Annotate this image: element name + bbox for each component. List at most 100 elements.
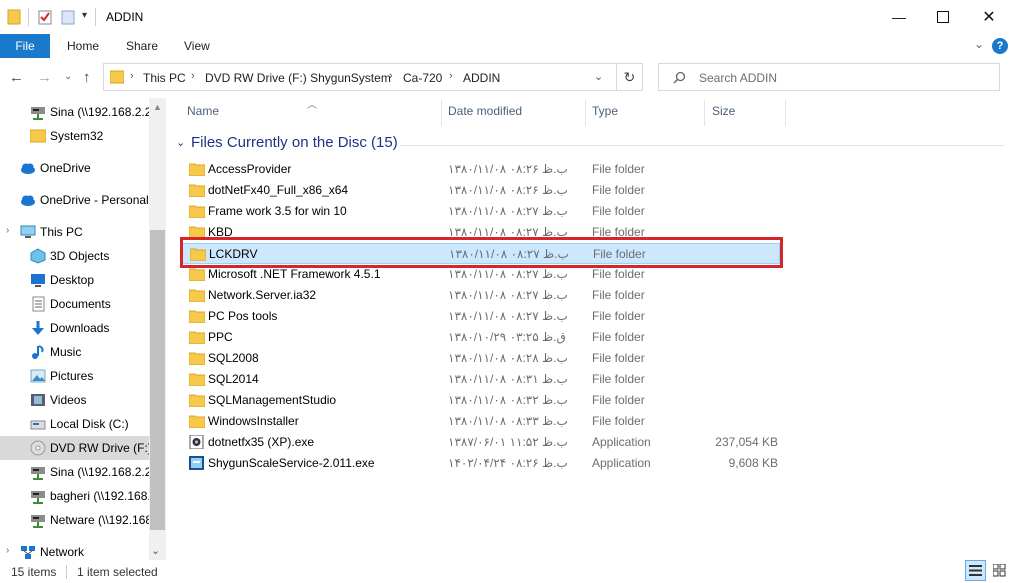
selection-count: 1 item selected bbox=[77, 565, 158, 579]
file-name: dotnetfx35 (XP).exe bbox=[208, 435, 315, 449]
details-view-button[interactable] bbox=[965, 560, 986, 581]
nav-item-system32[interactable]: System32 bbox=[0, 124, 150, 148]
up-arrow-icon[interactable]: ↑ bbox=[83, 69, 91, 86]
nav-item-label: Documents bbox=[50, 297, 111, 311]
breadcrumb-addin[interactable]: ADDIN bbox=[463, 71, 500, 85]
minimize-button[interactable]: — bbox=[876, 0, 922, 34]
scroll-down-icon[interactable]: ⌄ bbox=[151, 544, 160, 557]
nav-item-label: bagheri (\\192.168. bbox=[50, 489, 150, 503]
nav-item-local-disk-c[interactable]: Local Disk (C:) bbox=[0, 412, 150, 436]
file-size: 237,054 KB bbox=[715, 435, 778, 449]
column-header-date[interactable]: Date modified bbox=[448, 104, 522, 128]
new-folder-icon[interactable] bbox=[61, 9, 75, 25]
file-type: File folder bbox=[592, 204, 645, 218]
nav-item-netware-192-168[interactable]: Netware (\\192.168 bbox=[0, 508, 150, 532]
cloud-icon bbox=[21, 195, 35, 206]
nav-item-onedrive-personal[interactable]: OneDrive - Personal bbox=[0, 188, 150, 212]
file-row[interactable]: PC Pos tools ۱۳۸۰/۱۱/۰۸ ب.ظ ۰۸:۲۷ File fol… bbox=[180, 306, 780, 327]
scroll-up-icon[interactable]: ▲ bbox=[153, 102, 162, 112]
nav-item-music[interactable]: Music bbox=[0, 340, 150, 364]
file-row[interactable]: SQL2014 ۱۳۸۰/۱۱/۰۸ ب.ظ ۰۸:۳۱ File folder bbox=[180, 369, 780, 390]
tab-home[interactable]: Home bbox=[67, 34, 99, 58]
folder-icon bbox=[189, 352, 205, 365]
file-row[interactable]: PPC ۱۳۸۰/۱۰/۲۹ ق.ظ ۰۳:۲۵ File folder bbox=[180, 327, 780, 348]
file-row[interactable]: ShygunScaleService-2.011.exe ۱۴۰۲/۰۴/۲۴ ب… bbox=[180, 453, 780, 474]
properties-icon[interactable] bbox=[38, 9, 52, 25]
folder-icon bbox=[189, 415, 205, 428]
file-row[interactable]: Network.Server.ia32 ۱۳۸۰/۱۱/۰۸ ب.ظ ۰۸:۲۷ F… bbox=[180, 285, 780, 306]
nav-item-sina-192-168-2-2[interactable]: Sina (\\192.168.2.2\ bbox=[0, 460, 150, 484]
file-name: Network.Server.ia32 bbox=[208, 288, 317, 302]
tab-share[interactable]: Share bbox=[126, 34, 158, 58]
nav-item-onedrive[interactable]: OneDrive bbox=[0, 156, 150, 180]
video-icon bbox=[31, 394, 45, 406]
file-date: ۱۳۸۰/۱۱/۰۸ ب.ظ ۰۸:۳۳ bbox=[448, 414, 568, 428]
documents-icon bbox=[32, 296, 45, 312]
nav-item-label: System32 bbox=[50, 129, 104, 143]
column-divider[interactable] bbox=[441, 100, 442, 126]
file-type: Application bbox=[592, 435, 651, 449]
refresh-button[interactable]: ↻ bbox=[616, 63, 643, 91]
customize-qa-dropdown[interactable]: ▾ bbox=[82, 10, 87, 21]
music-icon bbox=[32, 345, 44, 359]
file-row[interactable]: SQL2008 ۱۳۸۰/۱۱/۰۸ ب.ظ ۰۸:۲۸ File folder bbox=[180, 348, 780, 369]
nav-item-label: Netware (\\192.168 bbox=[50, 513, 150, 527]
column-header-type[interactable]: Type bbox=[592, 104, 618, 128]
tab-file[interactable]: File bbox=[0, 34, 50, 58]
column-divider[interactable] bbox=[585, 100, 586, 126]
status-divider bbox=[66, 565, 67, 579]
tab-view[interactable]: View bbox=[184, 34, 210, 58]
nav-item-sina-192-168-2-2[interactable]: Sina (\\192.168.2.2\ bbox=[0, 100, 150, 124]
expand-ribbon-chevron-icon[interactable]: ⌄ bbox=[974, 37, 984, 51]
help-icon[interactable]: ? bbox=[992, 38, 1008, 54]
nav-item-pictures[interactable]: Pictures bbox=[0, 364, 150, 388]
navigation-pane: Sina (\\192.168.2.2\ System32 OneDrive OneD… bbox=[0, 98, 166, 560]
file-type: File folder bbox=[592, 309, 645, 323]
nav-item-label: OneDrive - Personal bbox=[40, 193, 149, 207]
file-row[interactable]: dotNetFx40_Full_x86_x64 ۱۳۸۰/۱۱/۰۸ ب.ظ ۰۸… bbox=[180, 180, 780, 201]
group-header[interactable]: Files Currently on the Disc (15) bbox=[191, 134, 398, 151]
back-arrow-icon[interactable]: ← bbox=[9, 69, 24, 86]
column-divider[interactable] bbox=[704, 100, 705, 126]
file-type: File folder bbox=[592, 183, 645, 197]
address-bar[interactable]: › This PC › DVD RW Drive (F:) ShygunSyst… bbox=[103, 63, 643, 91]
nav-item-dvd-rw-drive-f-s[interactable]: DVD RW Drive (F:) S bbox=[0, 436, 150, 460]
file-type: File folder bbox=[592, 393, 645, 407]
nav-expand-chevron-icon[interactable]: › bbox=[6, 545, 9, 556]
maximize-button[interactable] bbox=[920, 0, 966, 34]
folder-icon bbox=[189, 331, 205, 344]
file-date: ۱۳۸۰/۱۱/۰۸ ب.ظ ۰۸:۲۸ bbox=[448, 351, 568, 365]
nav-scrollbar-thumb[interactable] bbox=[150, 230, 165, 530]
nav-item-downloads[interactable]: Downloads bbox=[0, 316, 150, 340]
breadcrumb-dvd-drive[interactable]: DVD RW Drive (F:) ShygunSystem bbox=[205, 71, 391, 85]
breadcrumb-ca-720[interactable]: Ca-720 bbox=[403, 71, 442, 85]
column-header-name[interactable]: Name bbox=[187, 104, 219, 128]
nav-item-3d-objects[interactable]: 3D Objects bbox=[0, 244, 150, 268]
nav-item-bagheri-192-168[interactable]: bagheri (\\192.168. bbox=[0, 484, 150, 508]
forward-arrow-icon[interactable]: → bbox=[37, 69, 52, 86]
file-row[interactable]: AccessProvider ۱۳۸۰/۱۱/۰۸ ب.ظ ۰۸:۲۶ File f… bbox=[180, 159, 780, 180]
nav-item-label: Downloads bbox=[50, 321, 110, 335]
cube-icon bbox=[30, 248, 46, 264]
nav-expand-chevron-icon[interactable]: › bbox=[6, 225, 9, 236]
nav-item-documents[interactable]: Documents bbox=[0, 292, 150, 316]
group-collapse-chevron-icon[interactable]: ⌄ bbox=[176, 136, 185, 149]
column-header-size[interactable]: Size bbox=[712, 104, 735, 128]
file-row[interactable]: Frame work 3.5 for win 10 ۱۳۸۰/۱۱/۰۸ ب.ظ … bbox=[180, 201, 780, 222]
file-row[interactable]: SQLManagementStudio ۱۳۸۰/۱۱/۰۸ ب.ظ ۰۸:۳۲ F… bbox=[180, 390, 780, 411]
nav-item-desktop[interactable]: Desktop bbox=[0, 268, 150, 292]
breadcrumb-separator-icon: › bbox=[449, 70, 453, 82]
nav-item-this-pc[interactable]: › This PC bbox=[0, 220, 150, 244]
nav-item-label: Sina (\\192.168.2.2\ bbox=[50, 105, 150, 119]
nav-item-videos[interactable]: Videos bbox=[0, 388, 150, 412]
large-icons-view-button[interactable] bbox=[989, 560, 1010, 581]
file-row[interactable]: dotnetfx35 (XP).exe ۱۳۸۷/۰۶/۰۱ ب.ظ ۱۱:۵۲ A… bbox=[180, 432, 780, 453]
recent-locations-chevron-icon[interactable]: ⌄ bbox=[64, 71, 72, 82]
search-input[interactable]: Search ADDIN bbox=[658, 63, 1000, 91]
column-divider[interactable] bbox=[785, 100, 786, 126]
address-dropdown-chevron-icon[interactable]: ⌄ bbox=[594, 70, 603, 83]
breadcrumb-this-pc[interactable]: This PC bbox=[143, 71, 186, 85]
close-button[interactable]: ✕ bbox=[966, 0, 1012, 34]
nav-item-network[interactable]: › Network bbox=[0, 540, 150, 560]
file-row[interactable]: WindowsInstaller ۱۳۸۰/۱۱/۰۸ ب.ظ ۰۸:۳۳ File… bbox=[180, 411, 780, 432]
